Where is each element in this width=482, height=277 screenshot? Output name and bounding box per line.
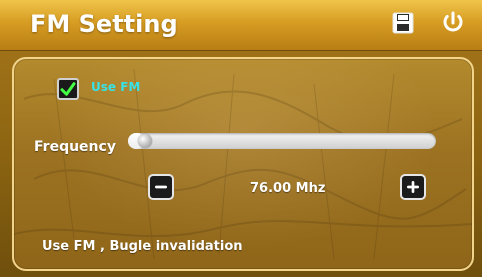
save-button[interactable] — [390, 10, 416, 36]
frequency-value: 76.00 Mhz — [250, 181, 326, 196]
power-icon — [443, 11, 463, 32]
frequency-slider[interactable] — [128, 133, 436, 149]
power-button[interactable] — [440, 10, 466, 36]
frequency-decrease-button[interactable] — [148, 174, 174, 200]
use-fm-label: Use FM — [91, 80, 141, 94]
check-icon — [60, 82, 76, 96]
titlebar: FM Setting — [0, 0, 482, 51]
settings-panel: Use FM Frequency 76.00 Mhz Use FM , Bugl… — [12, 57, 474, 271]
frequency-label: Frequency — [34, 139, 116, 155]
plus-icon — [407, 181, 419, 193]
minus-icon — [155, 185, 167, 189]
save-icon — [392, 12, 414, 34]
use-fm-checkbox[interactable] — [57, 78, 79, 100]
fm-setting-window: FM Setting Use FM Frequency 76.00 Mhz Us… — [0, 0, 482, 277]
frequency-increase-button[interactable] — [400, 174, 426, 200]
frequency-slider-thumb[interactable] — [138, 134, 152, 148]
status-message: Use FM , Bugle invalidation — [42, 239, 243, 254]
page-title: FM Setting — [30, 10, 178, 38]
map-background — [14, 68, 472, 260]
